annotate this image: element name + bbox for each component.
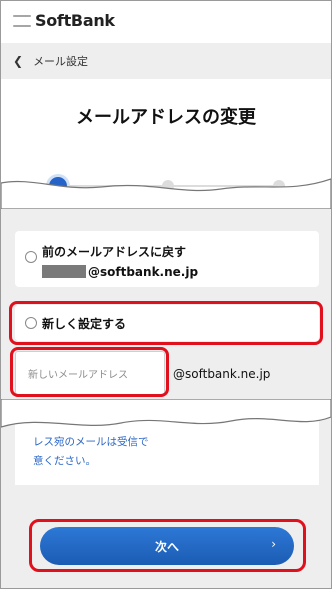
option-restore-label: 前のメールアドレスに戻す bbox=[42, 245, 187, 259]
chevron-left-icon[interactable]: ❮ bbox=[13, 54, 23, 68]
softbank-logo-icon bbox=[13, 14, 31, 27]
radio-restore[interactable] bbox=[25, 251, 37, 263]
torn-edge-top bbox=[1, 178, 331, 209]
highlight-email-input bbox=[10, 347, 169, 397]
softbank-logo[interactable]: SoftBank bbox=[13, 11, 115, 30]
phone-screen: SoftBank ❮ メール設定 メールアドレスの変更 前のメールアドレスに戻す… bbox=[0, 0, 332, 589]
notice-line-2: 意ください。 bbox=[33, 455, 96, 467]
option-restore-card[interactable]: 前のメールアドレスに戻す @softbank.ne.jp bbox=[15, 231, 319, 287]
masked-username bbox=[42, 265, 86, 278]
torn-edge-bottom bbox=[1, 399, 331, 428]
previous-address: @softbank.ne.jp bbox=[42, 265, 198, 279]
brand-name: SoftBank bbox=[35, 11, 115, 30]
email-domain: @softbank.ne.jp bbox=[173, 367, 271, 381]
page-title: メールアドレスの変更 bbox=[76, 107, 256, 128]
highlight-next-button bbox=[29, 519, 306, 572]
breadcrumb[interactable]: ❮ メール設定 bbox=[1, 43, 331, 79]
site-header: SoftBank bbox=[1, 1, 331, 41]
previous-address-domain: @softbank.ne.jp bbox=[88, 265, 199, 279]
highlight-new-option bbox=[9, 301, 323, 345]
option-restore[interactable] bbox=[25, 251, 37, 263]
breadcrumb-label[interactable]: メール設定 bbox=[33, 53, 88, 69]
